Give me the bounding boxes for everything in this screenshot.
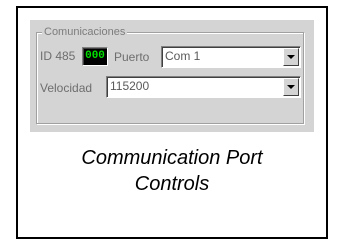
groupbox-title: Comunicaciones — [42, 25, 128, 39]
figure-frame: Comunicaciones ID 485 000 Puerto Com 1 V… — [16, 6, 328, 239]
speed-select[interactable]: 115200 — [106, 76, 301, 98]
id-485-display[interactable]: 000 — [82, 47, 108, 66]
caption-line-1: Communication Port — [81, 147, 263, 169]
speed-dropdown-button[interactable] — [283, 78, 299, 96]
speed-select-value: 115200 — [110, 79, 150, 93]
id-485-label: ID 485 — [40, 49, 76, 63]
port-select-value: Com 1 — [165, 49, 201, 63]
port-dropdown-button[interactable] — [283, 48, 299, 66]
chevron-down-icon — [287, 85, 295, 89]
chevron-down-icon — [287, 55, 295, 59]
speed-label: Velocidad — [40, 81, 93, 95]
port-label: Puerto — [114, 50, 150, 64]
caption-line-2: Controls — [134, 173, 210, 195]
port-select[interactable]: Com 1 — [161, 46, 301, 68]
communications-panel: Comunicaciones ID 485 000 Puerto Com 1 V… — [30, 20, 314, 132]
